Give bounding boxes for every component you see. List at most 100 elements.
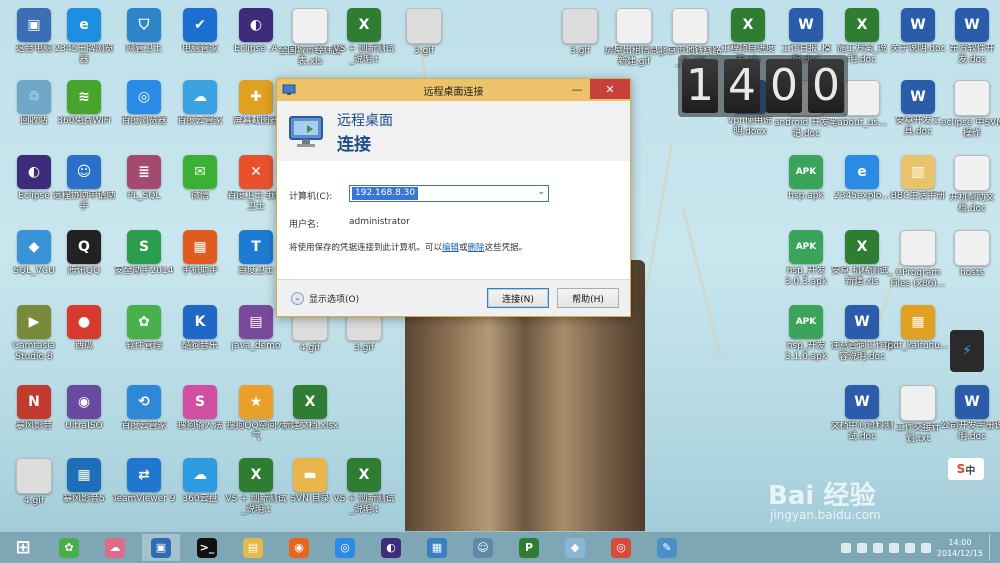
taskbar-app-explorer[interactable]: ▤ <box>234 534 272 561</box>
desktop-icon[interactable]: ▦ 手机助手 <box>168 230 232 277</box>
file-icon: ⟲ <box>127 385 161 419</box>
taskbar-app-paint[interactable]: ✎ <box>648 534 686 561</box>
tray-qq-icon[interactable] <box>856 542 867 553</box>
desktop-icon[interactable]: W 文档中心资料测试.doc <box>830 385 894 443</box>
taskbar-app-project[interactable]: P <box>510 534 548 561</box>
taskbar-app-chrome[interactable]: ◎ <box>602 534 640 561</box>
desktop-icon[interactable]: ● 西瓜 <box>52 305 116 352</box>
desktop-icon[interactable]: W 注意查询工作内容说明.doc <box>830 305 894 363</box>
tray-network-icon[interactable] <box>840 542 851 553</box>
desktop-icon[interactable]: W 公司开发手册说明.doc <box>940 385 1000 443</box>
dialog-titlebar[interactable]: 远程桌面连接 — ✕ <box>277 79 630 101</box>
desktop-icon[interactable]: ✿ 软件管理 <box>112 305 176 352</box>
desktop-icon[interactable]: X VS + 创新测试_说明.t <box>332 458 396 516</box>
show-desktop-button[interactable] <box>989 534 994 561</box>
tray-ime-icon[interactable] <box>920 542 931 553</box>
desktop-icon-label: 房屋出租信息_新建.gif <box>604 46 664 67</box>
desktop-icon[interactable]: ✉ 微信 <box>168 155 232 202</box>
file-icon <box>844 80 880 116</box>
desktop-icon[interactable]: ☁ 百度云管家 <box>168 80 232 127</box>
tray-battery-icon[interactable] <box>888 542 899 553</box>
taskbar-app-cmd[interactable]: >_ <box>188 534 226 561</box>
clock-widget: 1 4 0 0 <box>678 55 848 117</box>
desktop-icon-label: 开机帮助文档.doc <box>949 193 995 214</box>
desktop-icon[interactable]: 开机帮助文档.doc <box>940 155 1000 215</box>
desktop-icon[interactable]: S 搜狗输入法 <box>168 385 232 432</box>
desktop-icon[interactable]: K 酷狗音乐 <box>168 305 232 352</box>
minimize-button[interactable]: — <box>564 79 590 99</box>
file-icon: ◐ <box>17 155 51 189</box>
desktop-icon[interactable]: 房屋出租信息_新建.gif <box>602 8 666 68</box>
desktop-icon[interactable]: ☺ 远程协助申请助手 <box>52 155 116 213</box>
computer-combobox[interactable]: 192.168.8.30 ⌄ <box>349 185 549 202</box>
desktop-icon[interactable]: APK hsp_开发3.0.3.apk <box>774 230 838 288</box>
file-icon: ▦ <box>183 230 217 264</box>
desktop-icon-label: 网管卫士 <box>125 44 162 54</box>
desktop-icon[interactable]: ☁ 360云盘 <box>168 458 232 505</box>
delete-credentials-link[interactable]: 删除 <box>468 243 485 253</box>
desktop-icon-label: 3.gif <box>354 343 374 353</box>
taskbar-app-firefox[interactable]: ◉ <box>280 534 318 561</box>
taskbar-app-network-icon: ▦ <box>427 537 447 558</box>
desktop-icon[interactable]: ⇄ TeamViewer 9 <box>112 458 176 505</box>
file-icon: ◎ <box>127 80 161 114</box>
desktop-icon[interactable]: ▦ 暴风影音5 <box>52 458 116 505</box>
tray-volume-icon[interactable] <box>904 542 915 553</box>
desktop-icon[interactable]: eclipse 中SVN操作 <box>940 80 1000 140</box>
minimize-icon: — <box>571 82 583 96</box>
desktop-icon[interactable]: ✔ 电脑管家 <box>168 8 232 55</box>
desktop-icon[interactable]: X 安卓 机械测试_新建.xls <box>830 230 894 288</box>
side-widget[interactable]: ⚡ <box>950 330 984 372</box>
saved-credentials-text: 将使用保存的凭据连接到此计算机。可以编辑或删除这些凭据。 <box>289 243 528 253</box>
desktop-icon[interactable]: ▦ pdf_kaifuhu... <box>886 305 950 352</box>
desktop-icon-label: 西瓜 <box>74 341 93 351</box>
desktop-icon[interactable]: X 新建文档.xlsx <box>278 385 342 432</box>
desktop-icon[interactable]: 3.gif <box>392 8 456 57</box>
close-button[interactable]: ✕ <box>590 79 630 99</box>
taskbar-app-cloud[interactable]: ☁ <box>96 534 134 561</box>
taskbar-app-remote-desktop[interactable]: ▣ <box>142 534 180 561</box>
taskbar-app-browser-icon: ◎ <box>335 537 355 558</box>
file-icon <box>616 8 652 44</box>
expand-chevron-icon: ⌄ <box>291 292 304 305</box>
desktop-icon-label: 注意查询工作内容说明.doc <box>830 341 894 362</box>
file-icon: X <box>845 8 879 42</box>
desktop-icon[interactable]: Q 腾讯QQ <box>52 230 116 277</box>
start-button[interactable]: ⊞ <box>4 534 42 561</box>
help-button[interactable]: 帮助(H) <box>557 288 619 308</box>
desktop-icon[interactable]: ≣ PL_SQL <box>112 155 176 202</box>
desktop-icon[interactable]: X VS + 创新测试_说明.t <box>332 8 396 66</box>
sogou-tray-widget[interactable]: S中 <box>948 458 984 480</box>
desktop-icon[interactable]: ≋ 360免费WiFi <box>52 80 116 127</box>
desktop-icon[interactable]: APK hsp.apk <box>774 155 838 202</box>
taskbar-app-eclipse[interactable]: ◐ <box>372 534 410 561</box>
desktop-icon[interactable]: ◉ UltraISO <box>52 385 116 432</box>
desktop-icon[interactable]: e 2345explo... <box>830 155 894 202</box>
desktop-icon[interactable]: S 安全助手2014 <box>112 230 176 277</box>
taskbar-app-network[interactable]: ▦ <box>418 534 456 561</box>
desktop-icon[interactable]: ◎ 百度浏览器 <box>112 80 176 127</box>
edit-credentials-link[interactable]: 编辑 <box>442 243 459 253</box>
desktop-icon[interactable]: ⛉ 网管卫士 <box>112 8 176 55</box>
taskbar-app-browser[interactable]: ◎ <box>326 534 364 561</box>
connect-button[interactable]: 连接(N) <box>487 288 549 308</box>
username-value: administrator <box>349 217 410 227</box>
taskbar-clock[interactable]: 14:00 2014/12/15 <box>937 537 983 559</box>
desktop-icon[interactable]: ⟲ 百度云管家 <box>112 385 176 432</box>
desktop-icon[interactable]: e 2345王牌浏览器 <box>52 8 116 66</box>
file-icon: e <box>845 155 879 189</box>
show-options-toggle[interactable]: ⌄ 显示选项(O) <box>291 292 359 305</box>
desktop-icon-label: 安全助手2014 <box>114 266 174 276</box>
file-icon: W <box>845 385 879 419</box>
taskbar-app-photo[interactable]: ☺ <box>464 534 502 561</box>
file-icon <box>900 230 936 266</box>
desktop-icon[interactable]: W 东方软件开发.doc <box>940 8 1000 66</box>
chevron-down-icon[interactable]: ⌄ <box>537 187 545 197</box>
desktop-icon[interactable]: APK hsp_开发3.1.0.apk <box>774 305 838 363</box>
taskbar-app-sketch[interactable]: ◆ <box>556 534 594 561</box>
taskbar-app-pinwheel[interactable]: ✿ <box>50 534 88 561</box>
file-icon: W <box>901 80 935 114</box>
tray-flag-icon[interactable] <box>872 542 883 553</box>
file-icon: APK <box>789 155 823 189</box>
desktop-icon[interactable]: hosts <box>940 230 1000 279</box>
